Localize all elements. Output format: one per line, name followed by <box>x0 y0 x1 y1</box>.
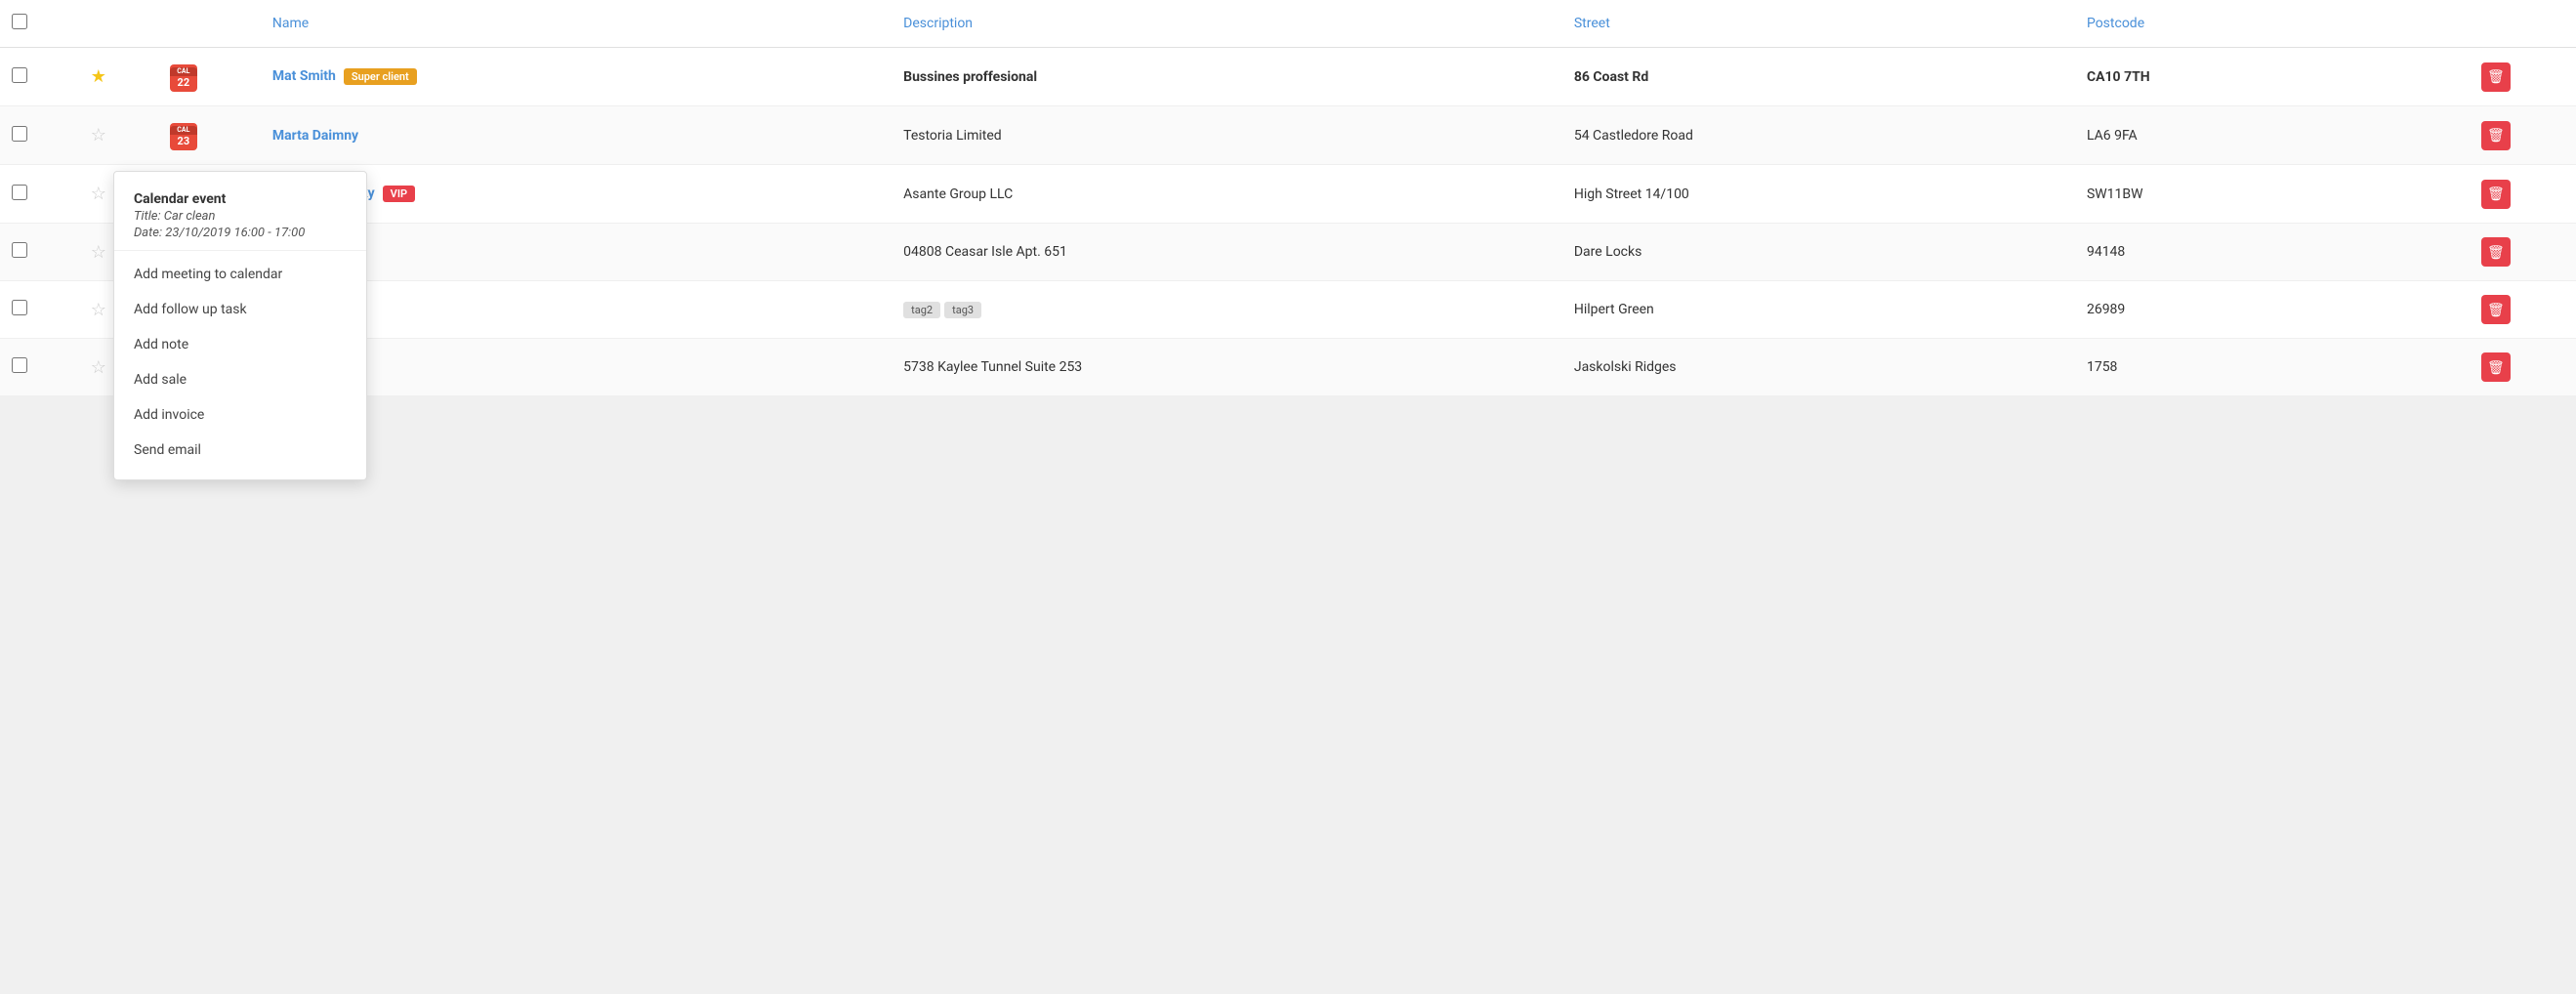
event-title: Calendar event <box>134 191 347 207</box>
description-header: Description <box>892 0 1562 48</box>
street-value-1: 86 Coast Rd <box>1574 69 1648 85</box>
popup-send-email[interactable]: Send email <box>114 433 366 468</box>
badge-super-1: Super client <box>344 68 417 85</box>
postcode-header: Postcode <box>2075 0 2470 48</box>
cal-header <box>158 0 261 48</box>
street-value-6: Jaskolski Ridges <box>1574 359 1677 375</box>
event-date-detail: Date: 23/10/2019 16:00 - 17:00 <box>134 226 347 240</box>
postcode-value-1: CA10 7TH <box>2087 69 2150 85</box>
date-label: Date: <box>134 226 162 240</box>
title-label: Title: <box>134 209 161 224</box>
row-checkbox-1[interactable] <box>12 67 27 83</box>
table-row: ☆ tag2tag3 Hilpert Green 26989 🗑 <box>0 281 2576 339</box>
street-value-2: 54 Castledore Road <box>1574 128 1693 144</box>
action-header <box>2470 0 2576 48</box>
postcode-value-4: 94148 <box>2087 244 2125 260</box>
row-checkbox-6[interactable] <box>12 357 27 373</box>
name-header: Name <box>261 0 892 48</box>
popup-add-meeting[interactable]: Add meeting to calendar <box>114 257 366 292</box>
popup-add-followup[interactable]: Add follow up task <box>114 292 366 327</box>
table-row: ☆CAL23Martin KowalskyVIPAsante Group LLC… <box>0 165 2576 224</box>
description-value-1: Bussines proffesional <box>903 69 1037 85</box>
table-row: ☆ CAL23 Marta Daimny Testoria Limited 54 Cas… <box>0 106 2576 165</box>
delete-button-5[interactable]: 🗑 <box>2481 295 2511 324</box>
postcode-value-2: LA6 9FA <box>2087 128 2138 144</box>
star-header <box>79 0 158 48</box>
popup-add-invoice[interactable]: Add invoice <box>114 397 366 433</box>
delete-button-3[interactable]: 🗑 <box>2481 180 2511 209</box>
calendar-icon-2[interactable]: CAL23 <box>170 123 197 150</box>
street-value-3: High Street 14/100 <box>1574 186 1689 202</box>
date-value: 23/10/2019 16:00 - 17:00 <box>165 226 305 240</box>
popup-add-note[interactable]: Add note <box>114 327 366 362</box>
row-checkbox-3[interactable] <box>12 185 27 200</box>
tag: tag3 <box>944 302 981 318</box>
badge-vip-3: VIP <box>383 186 415 202</box>
event-title-detail: Title: Car clean <box>134 209 347 224</box>
table-row: ☆ 5738 Kaylee Tunnel Suite 253 Jaskolski R… <box>0 339 2576 396</box>
delete-button-2[interactable]: 🗑 <box>2481 121 2511 150</box>
title-value: Car clean <box>164 209 216 224</box>
table-row: ☆ 04808 Ceasar Isle Apt. 651 Dare Locks 941… <box>0 224 2576 281</box>
postcode-value-6: 1758 <box>2087 359 2117 375</box>
row-checkbox-2[interactable] <box>12 126 27 142</box>
delete-button-1[interactable]: 🗑 <box>2481 62 2511 92</box>
delete-button-4[interactable]: 🗑 <box>2481 237 2511 267</box>
street-value-4: Dare Locks <box>1574 244 1642 260</box>
street-header: Street <box>1562 0 2075 48</box>
calendar-icon-1[interactable]: CAL22 <box>170 64 197 92</box>
select-all-checkbox[interactable] <box>12 14 27 29</box>
popup-header: Calendar event Title: Car clean Date: 23… <box>114 184 366 251</box>
calendar-event-popup: Calendar event Title: Car clean Date: 23… <box>113 171 367 480</box>
star-icon-5[interactable]: ☆ <box>91 300 106 320</box>
star-icon-6[interactable]: ☆ <box>91 357 106 378</box>
description-value-4: 04808 Ceasar Isle Apt. 651 <box>903 244 1067 260</box>
postcode-value-3: SW11BW <box>2087 186 2143 202</box>
select-all-header <box>0 0 79 48</box>
description-value-6: 5738 Kaylee Tunnel Suite 253 <box>903 359 1082 375</box>
tag: tag2 <box>903 302 940 318</box>
star-icon-2[interactable]: ☆ <box>91 125 106 145</box>
row-checkbox-4[interactable] <box>12 242 27 258</box>
popup-add-sale[interactable]: Add sale <box>114 362 366 397</box>
star-icon-1[interactable]: ★ <box>91 66 106 87</box>
delete-button-6[interactable]: 🗑 <box>2481 352 2511 382</box>
postcode-value-5: 26989 <box>2087 302 2125 317</box>
description-value-2: Testoria Limited <box>903 128 1002 144</box>
star-icon-4[interactable]: ☆ <box>91 242 106 263</box>
row-checkbox-5[interactable] <box>12 300 27 315</box>
name-link-2[interactable]: Marta Daimny <box>272 128 358 144</box>
name-link-1[interactable]: Mat Smith <box>272 68 336 84</box>
street-value-5: Hilpert Green <box>1574 302 1654 317</box>
description-value-3: Asante Group LLC <box>903 186 1013 202</box>
table-row: ★ CAL22 Mat Smith Super client Bussines prof… <box>0 48 2576 106</box>
star-icon-3[interactable]: ☆ <box>91 184 106 204</box>
